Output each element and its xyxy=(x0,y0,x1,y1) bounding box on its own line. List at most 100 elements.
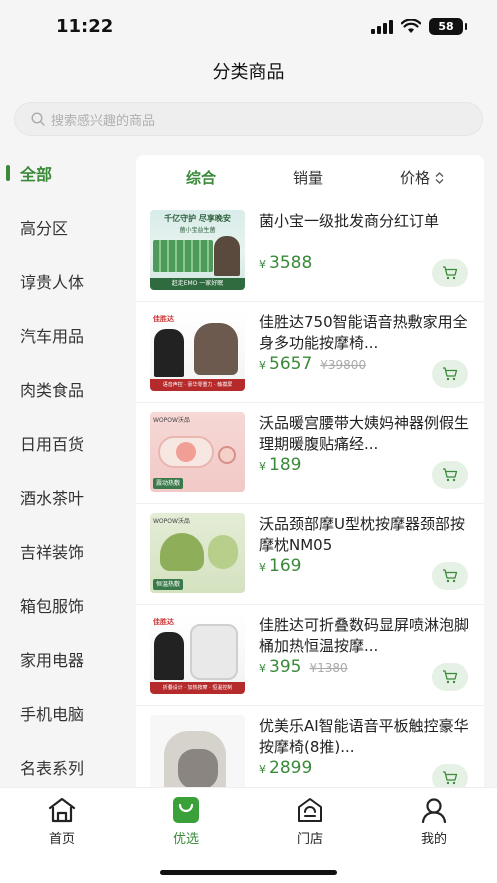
sort-price[interactable]: 价格 xyxy=(400,167,444,188)
price-value: 2899 xyxy=(269,758,313,778)
add-to-cart-button[interactable] xyxy=(432,663,468,691)
status-time: 11:22 xyxy=(56,16,114,37)
category-item[interactable]: 日用百货 xyxy=(0,416,124,470)
product-image-banner: 赶走EMO 一家好眠 xyxy=(150,278,245,290)
price-value: 3588 xyxy=(269,253,313,273)
product-chair-seat xyxy=(178,749,218,787)
category-item[interactable]: 肉类食品 xyxy=(0,362,124,416)
category-label: 酒水茶叶 xyxy=(20,489,85,508)
cart-icon xyxy=(443,468,458,482)
tab-home[interactable]: 首页 xyxy=(22,796,102,847)
product-title: 佳胜达750智能语音热敷家用全身多功能按摩椅... xyxy=(259,313,468,352)
page-title: 分类商品 xyxy=(212,62,285,83)
product-image: WOPOW沃品 恒温热敷 xyxy=(150,513,245,593)
category-item[interactable]: 高分区 xyxy=(0,200,124,254)
product-item[interactable]: 佳胜达 语音声控 · 豪华零重力 · 触摸屏 佳胜达750智能语音热敷家用全身多… xyxy=(136,302,484,403)
product-image-caption-2: 菌小宝益生菌 xyxy=(179,227,216,234)
product-person xyxy=(154,632,184,680)
status-bar: 11:22 58 xyxy=(0,0,497,52)
signal-icon xyxy=(371,19,393,34)
product-pillow xyxy=(160,533,204,571)
add-to-cart-button[interactable] xyxy=(432,562,468,590)
category-label: 全部 xyxy=(20,165,53,184)
category-item[interactable]: 箱包服饰 xyxy=(0,578,124,632)
category-label: 手机电脑 xyxy=(20,705,85,724)
product-price: ¥ 189 xyxy=(259,455,301,475)
active-indicator xyxy=(6,165,10,181)
product-title: 沃品颈部摩U型枕按摩器颈部按摩枕NM05 xyxy=(259,515,465,554)
product-title: 沃品暖宫腰带大姨妈神器例假生理期暖腹贴痛经... xyxy=(259,414,469,453)
home-indicator[interactable] xyxy=(160,870,337,875)
add-to-cart-button[interactable] xyxy=(432,360,468,388)
product-belt-face xyxy=(176,442,196,462)
product-item[interactable]: WOPOW沃品 震动热敷 沃品暖宫腰带大姨妈神器例假生理期暖腹贴痛经... ¥ … xyxy=(136,403,484,504)
category-item[interactable]: 酒水茶叶 xyxy=(0,470,124,524)
tab-featured[interactable]: 优选 xyxy=(146,796,226,847)
product-foot-bath xyxy=(190,624,238,680)
product-title: 菌小宝一级批发商分红订单 xyxy=(259,212,440,230)
search-placeholder: 搜索感兴趣的商品 xyxy=(51,113,156,129)
product-price: ¥ 169 xyxy=(259,556,301,576)
product-panel: 综合 销量 价格 千亿守护 尽享晚安 菌小宝益生菌 赶走EMO 一家好眠 菌小宝… xyxy=(136,155,484,787)
shopping-bag-icon xyxy=(173,797,199,823)
product-image-banner: 震动热敷 xyxy=(153,478,184,489)
sort-updown-icon xyxy=(435,171,444,184)
cart-icon xyxy=(443,266,458,280)
product-image-brand: WOPOW沃品 xyxy=(153,518,190,525)
category-label: 日用百货 xyxy=(20,435,85,454)
category-item[interactable]: 手机电脑 xyxy=(0,686,124,740)
home-icon xyxy=(48,797,76,823)
sort-bar: 综合 销量 价格 xyxy=(136,155,484,201)
cart-icon xyxy=(443,569,458,583)
product-price: ¥ 2899 xyxy=(259,758,312,778)
product-image: WOPOW沃品 震动热敷 xyxy=(150,412,245,492)
product-title: 佳胜达可折叠数码显屏喷淋泡脚桶加热恒温按摩... xyxy=(259,616,469,655)
cart-icon xyxy=(443,367,458,381)
add-to-cart-button[interactable] xyxy=(432,259,468,287)
tab-profile[interactable]: 我的 xyxy=(394,796,474,847)
tab-store[interactable]: 门店 xyxy=(270,796,350,847)
category-item[interactable]: 家用电器 xyxy=(0,632,124,686)
category-item[interactable]: 吉祥装饰 xyxy=(0,524,124,578)
product-image: 佳胜达 折叠设计 · 加热按摩 · 恒温控制 xyxy=(150,614,245,694)
category-item-all[interactable]: 全部 xyxy=(0,146,124,200)
product-person xyxy=(154,329,184,377)
product-title: 优美乐AI智能语音平板触控豪华按摩椅(8推)... xyxy=(259,717,469,756)
product-image xyxy=(150,715,245,787)
sort-sales[interactable]: 销量 xyxy=(293,167,323,188)
cart-icon xyxy=(443,670,458,684)
add-to-cart-button[interactable] xyxy=(432,461,468,489)
cart-icon xyxy=(443,771,458,785)
sort-comprehensive[interactable]: 综合 xyxy=(186,167,216,188)
product-person xyxy=(214,236,240,276)
product-item[interactable]: 佳胜达 折叠设计 · 加热按摩 · 恒温控制 佳胜达可折叠数码显屏喷淋泡脚桶加热… xyxy=(136,605,484,706)
product-item[interactable]: WOPOW沃品 恒温热敷 沃品颈部摩U型枕按摩器颈部按摩枕NM05 ¥ 169 xyxy=(136,504,484,605)
product-image-brand: 佳胜达 xyxy=(153,618,174,626)
category-item[interactable]: 汽车用品 xyxy=(0,308,124,362)
user-icon xyxy=(421,798,447,823)
category-item[interactable]: 谆贵人体 xyxy=(0,254,124,308)
category-label: 高分区 xyxy=(20,219,69,238)
product-controller xyxy=(218,446,236,464)
tab-label: 首页 xyxy=(48,832,75,847)
search-icon xyxy=(31,112,45,126)
wifi-icon xyxy=(401,19,421,33)
battery-icon: 58 xyxy=(429,18,467,35)
product-image-banner: 恒温热敷 xyxy=(153,579,184,590)
product-image: 千亿守护 尽享晚安 菌小宝益生菌 赶走EMO 一家好眠 xyxy=(150,210,245,290)
price-currency: ¥ xyxy=(259,662,266,675)
price-currency: ¥ xyxy=(259,561,266,574)
product-image: 佳胜达 语音声控 · 豪华零重力 · 触摸屏 xyxy=(150,311,245,391)
bottom-tab-bar: 首页 优选 门店 我的 xyxy=(0,787,497,883)
price-currency: ¥ xyxy=(259,460,266,473)
tab-label: 我的 xyxy=(420,832,447,847)
price-currency: ¥ xyxy=(259,763,266,776)
add-to-cart-button[interactable] xyxy=(432,764,468,787)
price-currency: ¥ xyxy=(259,359,266,372)
product-item[interactable]: 千亿守护 尽享晚安 菌小宝益生菌 赶走EMO 一家好眠 菌小宝一级批发商分红订单… xyxy=(136,201,484,302)
search-input[interactable]: 搜索感兴趣的商品 xyxy=(14,102,483,136)
category-label: 箱包服饰 xyxy=(20,597,85,616)
product-boxes xyxy=(153,240,213,272)
category-item[interactable]: 名表系列 xyxy=(0,740,124,794)
product-item[interactable]: 优美乐AI智能语音平板触控豪华按摩椅(8推)... ¥ 2899 xyxy=(136,706,484,787)
